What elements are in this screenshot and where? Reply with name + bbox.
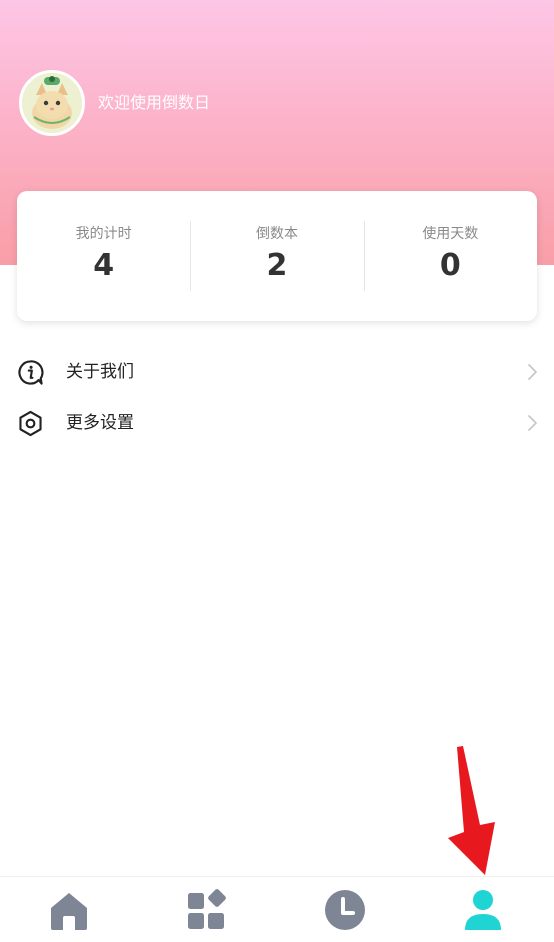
stat-label: 倒数本 xyxy=(255,226,298,242)
bottom-nav xyxy=(0,876,554,942)
stat-my-timers[interactable]: 我的计时 4 xyxy=(17,221,190,291)
stat-label: 我的计时 xyxy=(75,226,132,242)
chevron-right-icon xyxy=(528,364,537,380)
menu-label: 关于我们 xyxy=(66,362,134,382)
menu-label: 更多设置 xyxy=(66,413,134,433)
stat-countdown-books[interactable]: 倒数本 2 xyxy=(190,221,363,291)
apps-grid-icon xyxy=(188,889,226,929)
nav-tab-apps[interactable] xyxy=(138,877,276,942)
stat-label: 使用天数 xyxy=(422,226,479,242)
stats-card: 我的计时 4 倒数本 2 使用天数 0 xyxy=(17,191,537,321)
home-icon xyxy=(51,893,87,930)
menu-item-about-us[interactable]: 关于我们 xyxy=(0,348,554,396)
settings-hex-icon xyxy=(19,410,42,436)
nav-tab-profile[interactable] xyxy=(414,877,552,942)
clock-icon xyxy=(325,890,365,930)
menu-item-more-settings[interactable]: 更多设置 xyxy=(0,399,554,447)
info-icon xyxy=(18,359,44,385)
annotation-arrow-icon xyxy=(448,746,495,875)
stat-value: 2 xyxy=(266,248,288,283)
cat-avatar-image xyxy=(22,73,82,133)
chevron-right-icon xyxy=(528,415,537,431)
profile-icon xyxy=(465,890,501,930)
nav-tab-home[interactable] xyxy=(0,877,138,942)
stat-value: 4 xyxy=(93,248,115,283)
avatar[interactable] xyxy=(19,70,85,136)
stat-days-used[interactable]: 使用天数 0 xyxy=(363,221,537,291)
profile-screen: 欢迎使用倒数日 我的计时 4 倒数本 2 使用天数 0 关于我们 更多设置 xyxy=(0,0,554,942)
nav-tab-clock[interactable] xyxy=(276,877,414,942)
welcome-text: 欢迎使用倒数日 xyxy=(98,93,211,112)
stat-value: 0 xyxy=(439,248,461,283)
